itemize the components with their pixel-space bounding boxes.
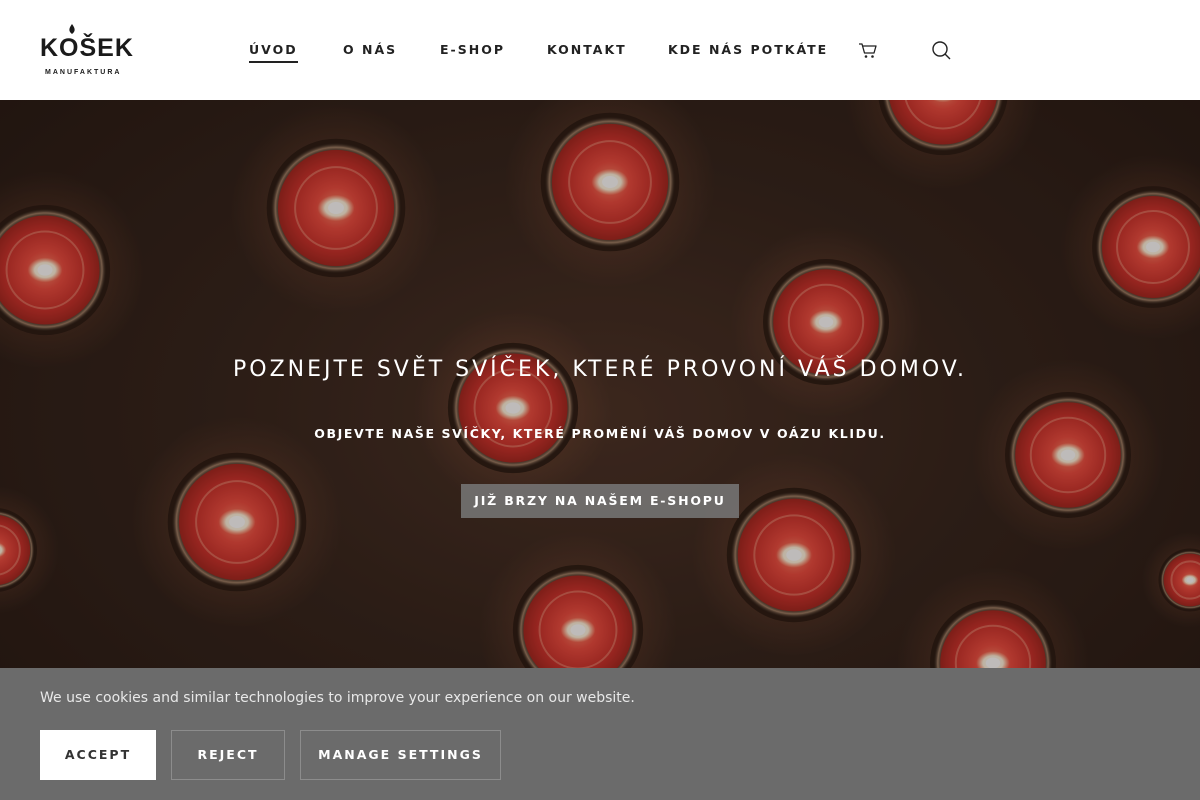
manage-settings-button[interactable]: MANAGE SETTINGS	[300, 730, 501, 780]
brand-tagline: MANUFAKTURA	[45, 69, 122, 76]
accept-cookies-button[interactable]: ACCEPT	[40, 730, 156, 780]
search-icon[interactable]	[930, 39, 952, 61]
nav-item-kontakt[interactable]: KONTAKT	[547, 42, 627, 57]
nav-item-kde-nas-potkate[interactable]: KDE NÁS POTKÁTE	[668, 42, 828, 57]
cart-icon[interactable]	[857, 39, 879, 61]
hero-subtitle: OBJEVTE NAŠE SVÍČKY, KTERÉ PROMĚNÍ VÁŠ D…	[314, 426, 886, 441]
reject-cookies-button[interactable]: REJECT	[171, 730, 285, 780]
eshop-coming-soon-button[interactable]: JIŽ BRZY NA NAŠEM E-SHOPU	[461, 484, 739, 518]
nav-item-o-nas[interactable]: O NÁS	[343, 42, 397, 57]
nav-item-e-shop[interactable]: E-SHOP	[440, 42, 505, 57]
cookie-text: We use cookies and similar technologies …	[40, 690, 635, 706]
cookie-banner: We use cookies and similar technologies …	[0, 668, 1200, 800]
site-header: KOŠEK MANUFAKTURA ÚVOD O NÁS E-SHOP KONT…	[0, 0, 1200, 100]
brand-logo[interactable]: KOŠEK MANUFAKTURA	[40, 24, 133, 78]
nav-item-uvod[interactable]: ÚVOD	[249, 42, 298, 63]
heart-flame-icon	[69, 24, 75, 34]
hero-title: POZNEJTE SVĚT SVÍČEK, KTERÉ PROVONÍ VÁŠ …	[232, 357, 968, 382]
